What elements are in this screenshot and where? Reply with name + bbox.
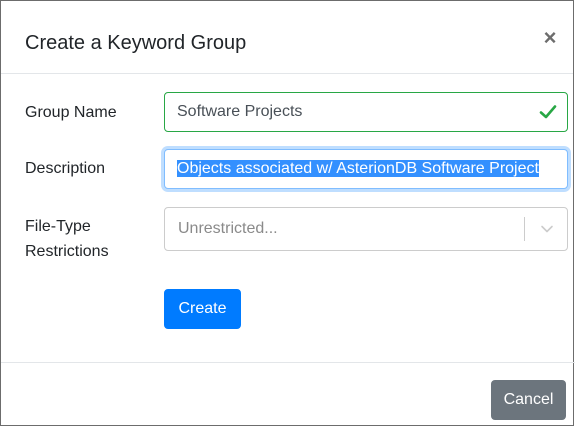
check-icon <box>539 105 557 119</box>
close-icon[interactable]: × <box>539 27 561 49</box>
group-name-input[interactable]: Software Projects <box>164 92 568 132</box>
chevron-down-icon[interactable] <box>539 222 555 236</box>
group-name-value: Software Projects <box>177 103 303 120</box>
file-type-placeholder: Unrestricted... <box>178 220 278 237</box>
file-type-label-line1: File-Type <box>25 218 91 235</box>
description-value: Objects associated w/ AsterionDB Softwar… <box>177 160 539 177</box>
dialog-footer: Cancel <box>1 362 575 427</box>
create-button[interactable]: Create <box>164 289 241 329</box>
group-name-label: Group Name <box>25 104 117 121</box>
cancel-button[interactable]: Cancel <box>491 380 566 420</box>
select-separator <box>524 217 525 241</box>
description-label: Description <box>25 160 106 177</box>
file-type-select[interactable]: Unrestricted... <box>164 207 568 251</box>
dialog-title: Create a Keyword Group <box>25 32 247 54</box>
create-keyword-group-dialog: Create a Keyword Group × Group Name Soft… <box>0 0 575 427</box>
description-input[interactable]: Objects associated w/ AsterionDB Softwar… <box>164 149 568 189</box>
file-type-label-line2: Restrictions <box>25 243 109 260</box>
dialog-header: Create a Keyword Group × <box>1 1 573 74</box>
